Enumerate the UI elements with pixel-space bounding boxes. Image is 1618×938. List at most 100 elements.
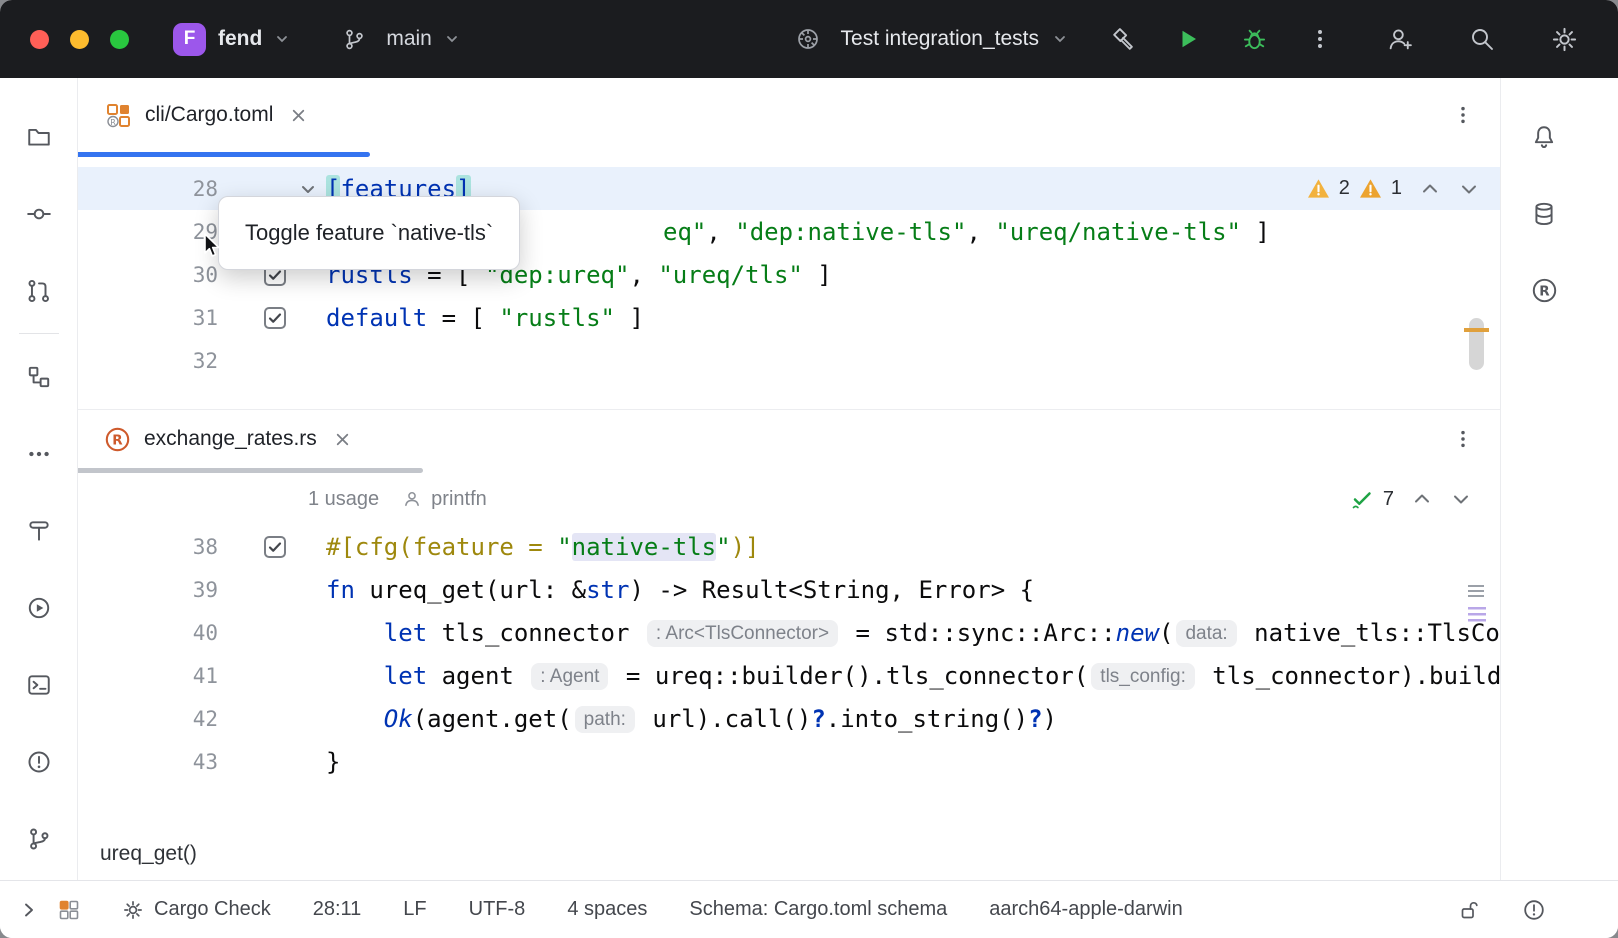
cargo-toml-file-icon: R bbox=[104, 101, 132, 129]
previous-issue-icon[interactable] bbox=[1419, 178, 1441, 200]
settings-gear-icon[interactable] bbox=[1544, 19, 1584, 59]
svg-text:R: R bbox=[110, 118, 116, 127]
editor-pane-cargo-toml: R cli/Cargo.toml 28[features]29eq", "dep… bbox=[78, 78, 1500, 410]
code-text: } bbox=[326, 748, 1500, 776]
error-indicator-icon[interactable] bbox=[1522, 898, 1546, 922]
run-button[interactable] bbox=[1168, 19, 1208, 59]
tab-options-kebab-icon[interactable] bbox=[1452, 428, 1474, 450]
resolved-problems-widget[interactable]: 7 bbox=[1350, 487, 1472, 511]
line-number: 43 bbox=[78, 750, 218, 774]
build-tool-button[interactable] bbox=[11, 492, 67, 569]
more-actions-button[interactable] bbox=[1300, 19, 1340, 59]
gutter-feature-checkbox[interactable] bbox=[264, 536, 286, 558]
feature-toggle-tooltip: Toggle feature `native-tls` bbox=[218, 196, 520, 270]
weak-warning-count: 2 bbox=[1339, 177, 1350, 200]
author-hint[interactable]: printfn bbox=[431, 488, 487, 511]
code-text: let tls_connector : Arc<TlsConnector> = … bbox=[326, 619, 1500, 647]
line-separator-widget[interactable]: LF bbox=[403, 898, 426, 921]
chevron-down-icon bbox=[1052, 31, 1068, 47]
code-text: Ok(agent.get(path: url).call()?.into_str… bbox=[326, 705, 1500, 733]
project-tool-button[interactable] bbox=[11, 98, 67, 175]
version-control-tool-button[interactable] bbox=[11, 800, 67, 877]
scrollbar-thumb[interactable] bbox=[1469, 318, 1484, 370]
line-number: 39 bbox=[78, 578, 218, 602]
warning-scroll-marker bbox=[1464, 328, 1489, 332]
search-everywhere-button[interactable] bbox=[1462, 19, 1502, 59]
pull-requests-tool-button[interactable] bbox=[11, 252, 67, 329]
close-tab-icon[interactable] bbox=[290, 107, 307, 124]
schema-widget[interactable]: Schema: Cargo.toml schema bbox=[689, 898, 947, 921]
run-configuration-selector[interactable]: Test integration_tests bbox=[788, 19, 1068, 59]
problems-tool-button[interactable] bbox=[11, 723, 67, 800]
layout-grid-icon[interactable] bbox=[58, 899, 80, 921]
notifications-tool-button[interactable] bbox=[1516, 98, 1572, 175]
code-line: 32 bbox=[78, 339, 1500, 382]
readonly-lock-icon[interactable] bbox=[1458, 899, 1480, 921]
services-tool-button[interactable] bbox=[11, 569, 67, 646]
code-line: 38#[cfg(feature = "native-tls")] bbox=[78, 525, 1500, 568]
terminal-tool-button[interactable] bbox=[11, 646, 67, 723]
background-task-widget[interactable]: Cargo Check bbox=[122, 898, 271, 921]
tab-exchange-rates[interactable]: exchange_rates.rs bbox=[144, 427, 317, 451]
line-number: 41 bbox=[78, 664, 218, 688]
svg-text:R: R bbox=[112, 432, 123, 448]
previous-issue-icon[interactable] bbox=[1411, 488, 1433, 510]
minimize-window-button[interactable] bbox=[70, 30, 89, 49]
inspections-widget[interactable]: 2 1 bbox=[1307, 167, 1480, 210]
rust-editor[interactable]: 38#[cfg(feature = "native-tls")] 39 fn ure… bbox=[78, 525, 1500, 783]
build-button[interactable] bbox=[1102, 19, 1142, 59]
zoom-window-button[interactable] bbox=[110, 30, 129, 49]
caret-position-widget[interactable]: 28:11 bbox=[313, 898, 362, 921]
expand-toolwindow-chevron-icon[interactable] bbox=[20, 901, 38, 919]
commit-tool-button[interactable] bbox=[11, 175, 67, 252]
titlebar: F fend main Test i bbox=[0, 0, 1618, 78]
run-config-name: Test integration_tests bbox=[841, 27, 1039, 51]
project-name: fend bbox=[218, 27, 262, 51]
breadcrumb: ureq_get() bbox=[78, 828, 1500, 880]
code-line: 31default = [ "rustls" ] bbox=[78, 296, 1500, 339]
ide-window: F fend main Test i bbox=[0, 0, 1618, 938]
project-widget[interactable]: F fend bbox=[173, 23, 290, 56]
close-window-button[interactable] bbox=[30, 30, 49, 49]
indent-widget[interactable]: 4 spaces bbox=[567, 898, 647, 921]
branch-name: main bbox=[386, 27, 432, 51]
traffic-lights bbox=[0, 30, 129, 49]
gutter-feature-checkbox[interactable] bbox=[264, 307, 286, 329]
next-issue-icon[interactable] bbox=[1458, 178, 1480, 200]
author-icon bbox=[403, 490, 421, 508]
database-tool-button[interactable] bbox=[1516, 175, 1572, 252]
code-with-me-button[interactable] bbox=[1380, 19, 1420, 59]
tab-bar: R cli/Cargo.toml bbox=[78, 78, 1500, 152]
tab-cargo-toml[interactable]: cli/Cargo.toml bbox=[145, 103, 273, 127]
cargo-toml-editor[interactable]: 28[features]29eq", "dep:native-tls", "ur… bbox=[78, 157, 1500, 409]
code-text: fn ureq_get(url: &str) -> Result<String,… bbox=[326, 576, 1500, 604]
vcs-widget[interactable]: main bbox=[334, 19, 460, 59]
scroll-progress-bar bbox=[78, 468, 1500, 473]
line-number: 28 bbox=[78, 177, 218, 201]
code-text: let agent : Agent = ureq::builder().tls_… bbox=[326, 662, 1500, 690]
breadcrumb-item-function[interactable]: ureq_get() bbox=[100, 842, 197, 866]
line-number: 40 bbox=[78, 621, 218, 645]
left-toolbar bbox=[0, 78, 78, 880]
line-number: 31 bbox=[78, 306, 218, 330]
encoding-widget[interactable]: UTF-8 bbox=[469, 898, 526, 921]
resolved-check-icon bbox=[1350, 487, 1374, 511]
tab-options-kebab-icon[interactable] bbox=[1452, 104, 1474, 126]
target-platform-widget[interactable]: aarch64-apple-darwin bbox=[989, 898, 1182, 921]
rail-divider bbox=[19, 333, 59, 334]
code-line: 39 fn ureq_get(url: &str) -> Result<Strin… bbox=[78, 568, 1500, 611]
debug-button[interactable] bbox=[1234, 19, 1274, 59]
next-issue-icon[interactable] bbox=[1450, 488, 1472, 510]
change-marker bbox=[1468, 607, 1486, 625]
code-line: 40 let tls_connector : Arc<TlsConnector>… bbox=[78, 611, 1500, 654]
close-tab-icon[interactable] bbox=[334, 431, 351, 448]
weak-warning-icon bbox=[1307, 178, 1330, 199]
chevron-down-icon bbox=[444, 31, 460, 47]
rust-plugin-tool-button[interactable]: R bbox=[1516, 252, 1572, 329]
rust-file-icon: R bbox=[104, 426, 131, 453]
usages-hint[interactable]: 1 usage bbox=[308, 488, 379, 511]
structure-tool-button[interactable] bbox=[11, 338, 67, 415]
more-tools-button[interactable] bbox=[11, 415, 67, 492]
cargo-icon bbox=[788, 19, 828, 59]
git-branch-icon bbox=[334, 19, 374, 59]
